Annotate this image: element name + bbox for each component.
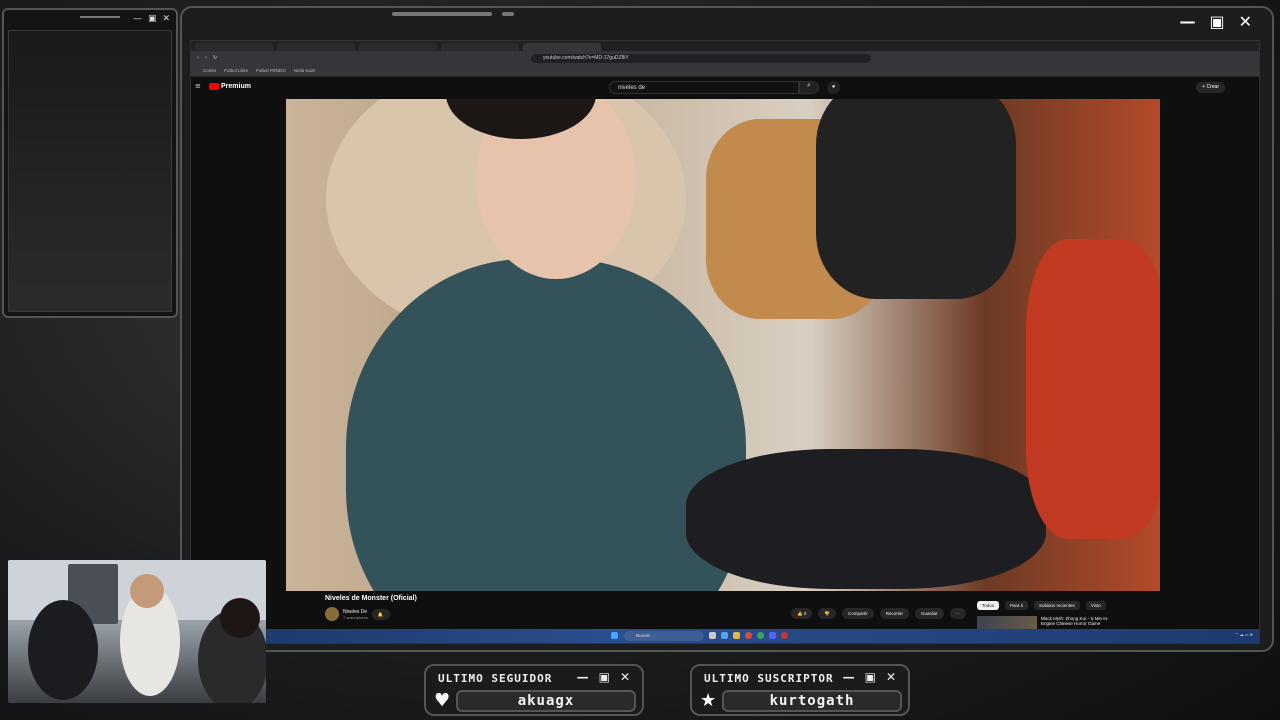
notification-bell-icon[interactable]: 🔔 bbox=[371, 608, 390, 620]
drag-handle[interactable] bbox=[392, 12, 492, 16]
hair-shape bbox=[220, 598, 260, 638]
browser-tab[interactable] bbox=[195, 43, 273, 51]
chip-recent[interactable]: Subidos recientes bbox=[1034, 601, 1080, 610]
video-player[interactable] bbox=[286, 99, 1160, 591]
hoodie-shape bbox=[346, 259, 746, 591]
follower-title: ULTIMO SEGUIDOR bbox=[438, 672, 553, 685]
reload-icon[interactable]: ↻ bbox=[213, 55, 217, 61]
spotify-icon[interactable] bbox=[757, 632, 764, 639]
maximize-button[interactable]: ▣ bbox=[148, 14, 157, 24]
share-button[interactable]: Compartir bbox=[841, 608, 874, 619]
close-button[interactable]: ✕ bbox=[162, 14, 170, 24]
bookmark-item[interactable]: Ninfa Kazir bbox=[294, 68, 316, 73]
video-title: Niveles de Monster (Oficial) bbox=[325, 595, 417, 602]
person-left-shape bbox=[28, 600, 98, 700]
close-icon[interactable]: ✕ bbox=[620, 670, 630, 684]
star-icon: ★ bbox=[700, 690, 717, 711]
frame-maximize-button[interactable]: ▣ bbox=[1209, 12, 1224, 31]
forward-icon[interactable]: › bbox=[205, 55, 207, 61]
browser-tab[interactable] bbox=[359, 43, 437, 51]
bookmark-item[interactable]: Futbol PENDO bbox=[256, 68, 286, 73]
obs-icon[interactable] bbox=[781, 632, 788, 639]
chip-all[interactable]: Todos bbox=[977, 601, 1000, 610]
tab-strip bbox=[191, 41, 1259, 51]
windows-taskbar: Buscar ⌃ ☁ ▭ ⊕ bbox=[191, 629, 1259, 643]
task-view-icon[interactable] bbox=[709, 632, 716, 639]
like-button[interactable]: 👍 0 bbox=[791, 608, 813, 619]
legs-shape bbox=[686, 449, 1046, 589]
taskbar-pinned-apps bbox=[709, 632, 788, 639]
bookmark-item[interactable]: Fútbol Libre bbox=[224, 68, 248, 73]
red-cloth-shape bbox=[1026, 239, 1160, 539]
recommended-video[interactable]: Black Myth: Zhong Kui – 6 Min In-Engine … bbox=[977, 616, 1121, 630]
logo-text: Premium bbox=[221, 83, 251, 90]
jacket-shape bbox=[816, 99, 1016, 299]
channel-name[interactable]: Niveles De bbox=[343, 609, 368, 615]
browser-tab[interactable] bbox=[441, 43, 519, 51]
minimize-icon[interactable]: — bbox=[843, 670, 855, 684]
browser-tab-active[interactable] bbox=[523, 43, 601, 51]
face-shape bbox=[130, 574, 164, 608]
maximize-icon[interactable]: ▣ bbox=[865, 670, 876, 684]
app-icon[interactable] bbox=[721, 632, 728, 639]
left-window-content bbox=[8, 30, 172, 312]
microphone-icon[interactable]: ● bbox=[827, 81, 840, 94]
browser-tab[interactable] bbox=[277, 43, 355, 51]
recommendation-chips: Todos Para ti Subidos recientes Visto bbox=[977, 601, 1106, 610]
chip-watched[interactable]: Visto bbox=[1085, 601, 1106, 610]
frame-minimize-button[interactable]: — bbox=[1179, 12, 1195, 31]
last-subscriber-widget: ULTIMO SUSCRIPTOR — ▣ ✕ ★ kurtogath bbox=[690, 664, 910, 716]
subscriber-name: kurtogath bbox=[722, 690, 902, 712]
bookmark-item[interactable]: Cortes bbox=[203, 68, 216, 73]
webcam-feed bbox=[8, 560, 266, 703]
recommended-thumbnail[interactable] bbox=[977, 616, 1037, 630]
start-icon[interactable] bbox=[611, 632, 618, 639]
video-actions: 👍 0 👎 Compartir Recortar Guardar ··· bbox=[791, 608, 967, 619]
last-follower-widget: ULTIMO SEGUIDOR — ▣ ✕ ♥ akuagx bbox=[424, 664, 644, 716]
subscriber-count: 7 suscriptores bbox=[343, 614, 368, 620]
more-button[interactable]: ··· bbox=[949, 608, 967, 619]
discord-icon[interactable] bbox=[769, 632, 776, 639]
clip-button[interactable]: Recortar bbox=[879, 608, 909, 619]
drag-handle[interactable] bbox=[80, 16, 120, 18]
minimize-button[interactable]: — bbox=[133, 14, 142, 24]
maximize-icon[interactable]: ▣ bbox=[599, 670, 610, 684]
camera-placeholder-window: — ▣ ✕ bbox=[2, 8, 178, 318]
dislike-button[interactable]: 👎 bbox=[818, 608, 836, 619]
channel-avatar[interactable] bbox=[325, 607, 339, 621]
youtube-logo[interactable]: Premium bbox=[209, 83, 251, 90]
taskbar-icons bbox=[611, 632, 618, 639]
recommended-title[interactable]: Black Myth: Zhong Kui – 6 Min In-Engine … bbox=[1041, 616, 1121, 630]
heart-icon: ♥ bbox=[434, 690, 451, 711]
folder-icon[interactable] bbox=[733, 632, 740, 639]
system-tray[interactable]: ⌃ ☁ ▭ ⊕ bbox=[1235, 632, 1253, 637]
youtube-header: ≡ Premium niveles de ⌕ ● + Crear bbox=[191, 79, 1259, 97]
address-bar-row: ‹ › ↻ youtube.com/watch?v=MD-17guDZ8iY bbox=[191, 51, 1259, 65]
menu-icon[interactable]: ≡ bbox=[195, 83, 201, 90]
youtube-play-icon bbox=[209, 83, 219, 90]
bookmarks-bar: Cortes Fútbol Libre Futbol PENDO Ninfa K… bbox=[191, 65, 1259, 77]
back-icon[interactable]: ‹ bbox=[197, 55, 199, 61]
chrome-icon[interactable] bbox=[745, 632, 752, 639]
browser-window: ‹ › ↻ youtube.com/watch?v=MD-17guDZ8iY C… bbox=[190, 40, 1260, 644]
chip-for-you[interactable]: Para ti bbox=[1005, 601, 1029, 610]
channel-info: Niveles De 7 suscriptores 🔔 bbox=[325, 607, 390, 621]
left-window-titlebar: — ▣ ✕ bbox=[4, 10, 176, 28]
search-icon[interactable]: ⌕ bbox=[799, 81, 819, 94]
frame-close-button[interactable]: ✕ bbox=[1239, 12, 1252, 31]
save-button[interactable]: Guardar bbox=[915, 608, 944, 619]
subscriber-title: ULTIMO SUSCRIPTOR bbox=[704, 672, 834, 685]
create-button[interactable]: + Crear bbox=[1196, 82, 1225, 93]
taskbar-search[interactable]: Buscar bbox=[624, 631, 704, 641]
follower-name: akuagx bbox=[456, 690, 636, 712]
search-input[interactable]: niveles de bbox=[609, 81, 799, 94]
drag-handle-small[interactable] bbox=[502, 12, 514, 16]
minimize-icon[interactable]: — bbox=[577, 670, 589, 684]
close-icon[interactable]: ✕ bbox=[886, 670, 896, 684]
url-field[interactable]: youtube.com/watch?v=MD-17guDZ8iY bbox=[531, 54, 871, 63]
